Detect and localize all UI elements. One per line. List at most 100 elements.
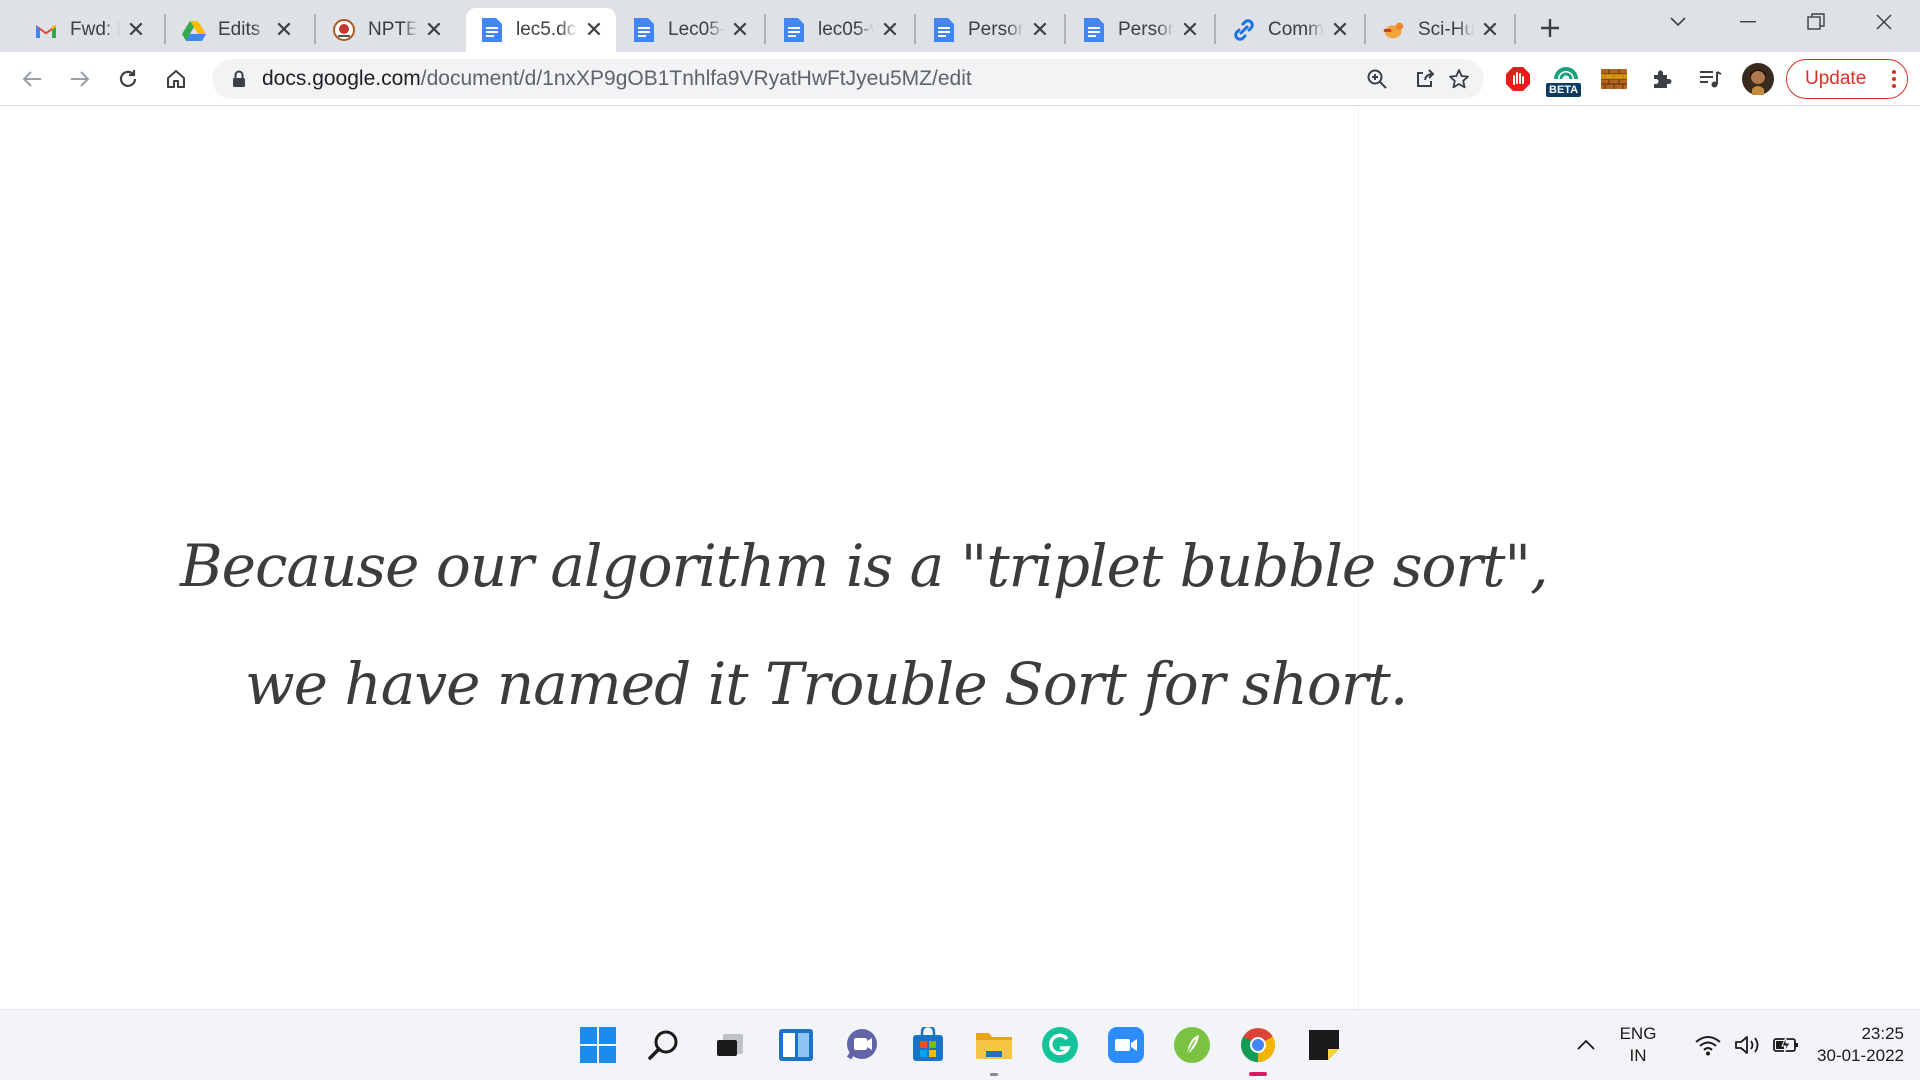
tab-title: Person: [1118, 19, 1174, 40]
extensions-button[interactable]: [1644, 61, 1680, 97]
region-code: IN: [1629, 1046, 1647, 1065]
tab-sci-hub[interactable]: Sci-Hu ✕: [1368, 8, 1512, 52]
adblock-extension-button[interactable]: [1500, 61, 1536, 97]
tab-strip: Fwd: R ✕ Edits - ✕ NPTEL ✕: [0, 0, 1920, 52]
lock-icon[interactable]: [232, 70, 246, 88]
chrome-taskbar-button[interactable]: [1236, 1023, 1280, 1067]
gmail-icon: [34, 18, 58, 42]
close-tab-icon[interactable]: ✕: [878, 17, 902, 42]
tab-nptel[interactable]: NPTEL ✕: [318, 8, 456, 52]
close-tab-icon[interactable]: ✕: [1178, 17, 1202, 42]
tab-gmail[interactable]: Fwd: R ✕: [20, 8, 158, 52]
minimize-icon: [1740, 21, 1756, 23]
arrow-left-icon: [22, 71, 41, 87]
close-window-button[interactable]: [1852, 0, 1916, 44]
language-indicator[interactable]: ENG IN: [1610, 1023, 1666, 1067]
google-docs-icon: [632, 18, 656, 42]
close-tab-icon[interactable]: ✕: [1478, 17, 1502, 42]
arrow-right-icon: [71, 71, 90, 87]
more-menu-icon[interactable]: [1891, 67, 1897, 91]
avatar: [1742, 63, 1774, 95]
tab-lec05-v[interactable]: lec05-v ✕: [768, 8, 912, 52]
taskbar-search-button[interactable]: [642, 1023, 686, 1067]
search-icon: [648, 1030, 678, 1060]
leaf-app-icon: [1174, 1027, 1210, 1063]
minimize-button[interactable]: [1716, 0, 1780, 44]
tab-title: Comm: [1268, 19, 1324, 40]
address-bar[interactable]: docs.google.com/document/d/1nxXP9gOB1Tnh…: [212, 59, 1484, 99]
sci-hub-icon: [1382, 18, 1406, 42]
tab-title: lec5.dc: [516, 19, 577, 40]
microsoft-store-button[interactable]: [906, 1023, 950, 1067]
reload-button[interactable]: [110, 61, 146, 97]
restore-icon: [1807, 13, 1825, 30]
home-icon: [167, 70, 185, 88]
tab-separator: [1514, 14, 1516, 44]
store-bag-icon: [913, 1027, 943, 1061]
sticky-notes-button[interactable]: [1302, 1023, 1346, 1067]
running-indicator: [990, 1073, 998, 1076]
tab-lec5-active[interactable]: lec5.dc ✕: [466, 8, 616, 52]
tab-drive[interactable]: Edits - ✕: [168, 8, 306, 52]
tab-separator: [914, 14, 916, 44]
brick-wall-icon: [1601, 69, 1627, 89]
teams-chat-icon: [846, 1029, 877, 1060]
tab-separator: [1214, 14, 1216, 44]
task-view-icon: [717, 1034, 743, 1056]
close-tab-icon[interactable]: ✕: [1028, 17, 1052, 42]
media-control-button[interactable]: [1692, 61, 1728, 97]
restore-button[interactable]: [1784, 0, 1848, 44]
show-hidden-icons-button[interactable]: [1566, 1023, 1606, 1067]
tab-title: Person: [968, 19, 1024, 40]
google-docs-icon: [480, 18, 504, 42]
url-text[interactable]: docs.google.com/document/d/1nxXP9gOB1Tnh…: [262, 67, 972, 91]
folder-icon: [976, 1033, 1012, 1059]
close-tab-icon[interactable]: ✕: [272, 17, 296, 42]
grammarly-button[interactable]: [1038, 1023, 1082, 1067]
zoom-app-button[interactable]: [1104, 1023, 1148, 1067]
star-bookmark-icon[interactable]: [1448, 68, 1470, 90]
close-icon: [1876, 14, 1892, 30]
home-button[interactable]: [158, 61, 194, 97]
profile-avatar[interactable]: [1740, 61, 1776, 97]
zoom-icon[interactable]: [1366, 68, 1388, 90]
share-icon[interactable]: [1414, 68, 1436, 90]
file-explorer-button[interactable]: [972, 1023, 1016, 1067]
chat-button[interactable]: [840, 1023, 884, 1067]
tab-comm[interactable]: Comm ✕: [1218, 8, 1362, 52]
tab-title: lec05-v: [818, 19, 874, 40]
widgets-button[interactable]: [774, 1023, 818, 1067]
beta-badge: BETA: [1546, 83, 1582, 97]
lang-code: ENG: [1619, 1024, 1657, 1043]
task-view-button[interactable]: [708, 1023, 752, 1067]
url-path: /document/d/1nxXP9gOB1Tnhlfa9VRyatHwFtJy…: [420, 67, 972, 90]
back-button[interactable]: [14, 61, 50, 97]
brick-extension-button[interactable]: [1596, 61, 1632, 97]
google-docs-icon: [782, 18, 806, 42]
google-docs-icon: [932, 18, 956, 42]
close-tab-icon[interactable]: ✕: [728, 17, 752, 42]
close-tab-icon[interactable]: ✕: [1328, 17, 1352, 42]
stop-hand-icon: [1506, 67, 1530, 91]
wifi-icon: [1695, 1036, 1721, 1056]
tab-search-button[interactable]: [1646, 0, 1710, 44]
close-tab-icon[interactable]: ✕: [124, 17, 148, 42]
tab-title: Lec05-: [668, 19, 724, 40]
handwritten-quote: Because our algorithm is a "triplet bubb…: [150, 507, 1549, 743]
start-button[interactable]: [576, 1023, 620, 1067]
clock-date: 30-01-2022: [1817, 1046, 1904, 1065]
beta-extension-button[interactable]: BETA: [1546, 61, 1584, 97]
tab-lec05[interactable]: Lec05- ✕: [618, 8, 762, 52]
clock[interactable]: 23:25 30-01-2022: [1794, 1023, 1904, 1067]
new-tab-button[interactable]: [1532, 10, 1568, 46]
close-tab-icon[interactable]: ✕: [422, 17, 446, 42]
volume-icon: [1735, 1036, 1759, 1054]
update-chrome-button[interactable]: Update: [1786, 59, 1908, 99]
tab-person-2[interactable]: Person ✕: [1068, 8, 1212, 52]
sticky-note-icon: [1309, 1030, 1339, 1060]
tab-person-1[interactable]: Person ✕: [918, 8, 1062, 52]
forward-button[interactable]: [62, 61, 98, 97]
chevron-up-icon: [1577, 1039, 1595, 1050]
close-tab-icon[interactable]: ✕: [582, 17, 606, 42]
green-app-button[interactable]: [1170, 1023, 1214, 1067]
